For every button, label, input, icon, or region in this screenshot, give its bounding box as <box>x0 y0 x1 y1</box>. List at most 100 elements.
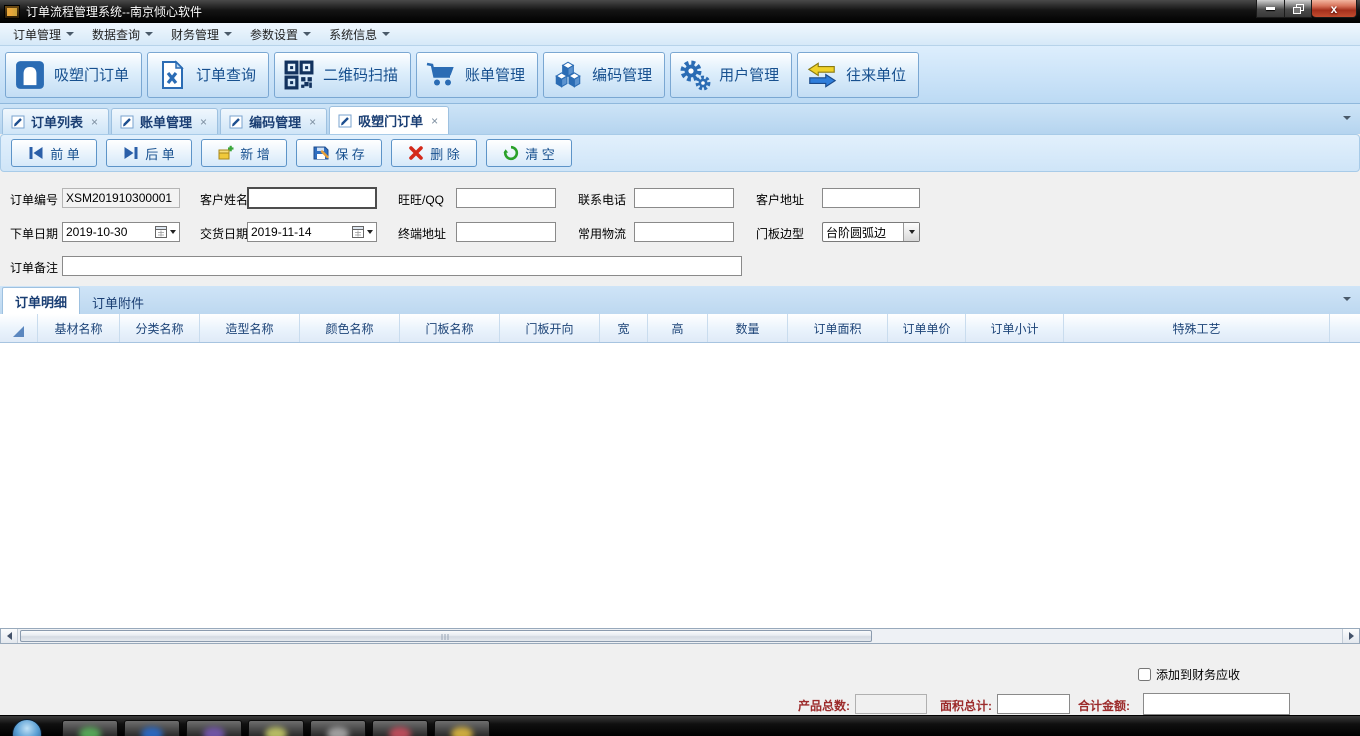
app-icon <box>451 727 473 736</box>
detail-tab-overflow-icon[interactable] <box>1343 297 1351 301</box>
add-to-finance-checkbox[interactable] <box>1138 668 1151 681</box>
toolbar-business-partners-button[interactable]: 往来单位 <box>797 52 919 98</box>
chevron-down-icon <box>224 32 232 36</box>
column-header[interactable]: 订单单价 <box>888 314 966 342</box>
close-button[interactable]: x <box>1312 0 1357 18</box>
customer-address-field[interactable] <box>822 188 920 208</box>
titlebar: 订单流程管理系统--南京倾心软件 x <box>0 0 1360 23</box>
close-icon[interactable]: × <box>307 115 318 129</box>
toolbar-blister-door-order-button[interactable]: 吸塑门订单 <box>5 52 142 98</box>
add-button[interactable]: 新 增 <box>201 139 287 167</box>
scroll-right-button[interactable] <box>1342 629 1359 643</box>
toolbar-qr-scan-button[interactable]: 二维码扫描 <box>274 52 411 98</box>
phone-field[interactable] <box>634 188 734 208</box>
column-header[interactable]: 宽 <box>600 314 648 342</box>
order-date-picker[interactable]: 2019-10-30 <box>62 222 180 242</box>
qr-code-icon <box>283 59 315 91</box>
edit-pencil-icon <box>229 115 243 129</box>
wangwang-label: 旺旺/QQ <box>398 191 444 208</box>
menubar: 订单管理 数据查询 财务管理 参数设置 系统信息 <box>0 23 1360 46</box>
delete-button[interactable]: 删 除 <box>391 139 477 167</box>
close-icon[interactable]: × <box>429 114 440 128</box>
combo-dropdown-button[interactable] <box>903 223 919 241</box>
scrollbar-thumb[interactable] <box>20 630 872 642</box>
product-count-label: 产品总数: <box>798 697 850 714</box>
select-all-triangle-icon <box>13 326 24 337</box>
column-header[interactable]: 高 <box>648 314 708 342</box>
minimize-button[interactable] <box>1256 0 1285 18</box>
clear-button[interactable]: 清 空 <box>486 139 572 167</box>
chevron-down-icon <box>909 230 915 234</box>
menu-system-info[interactable]: 系统信息 <box>320 24 399 45</box>
save-button[interactable]: 保 存 <box>296 139 382 167</box>
order-grid-body[interactable] <box>0 343 1360 628</box>
column-header[interactable]: 颜色名称 <box>300 314 400 342</box>
logistics-field[interactable] <box>634 222 734 242</box>
chevron-down-icon <box>382 32 390 36</box>
select-all-cell[interactable] <box>0 314 38 342</box>
column-header[interactable]: 订单小计 <box>966 314 1064 342</box>
arrow-left-icon <box>7 632 12 640</box>
menu-data-query[interactable]: 数据查询 <box>83 24 162 45</box>
tab-code-management[interactable]: 编码管理 × <box>220 108 327 134</box>
scroll-left-button[interactable] <box>1 629 18 643</box>
taskbar-button[interactable] <box>372 720 428 736</box>
area-total-field[interactable] <box>997 694 1070 714</box>
taskbar-button[interactable] <box>434 720 490 736</box>
terminal-address-label: 终端地址 <box>398 225 446 242</box>
chevron-down-icon <box>367 230 373 234</box>
toolbar-bill-management-button[interactable]: 账单管理 <box>416 52 538 98</box>
taskbar-button[interactable] <box>248 720 304 736</box>
taskbar-button[interactable] <box>310 720 366 736</box>
tab-blister-door-order[interactable]: 吸塑门订单 × <box>329 106 449 134</box>
close-icon[interactable]: × <box>89 115 100 129</box>
maximize-button[interactable] <box>1285 0 1312 18</box>
menu-parameter-settings[interactable]: 参数设置 <box>241 24 320 45</box>
toolbar-code-management-button[interactable]: 编码管理 <box>543 52 665 98</box>
tab-bill-management[interactable]: 账单管理 × <box>111 108 218 134</box>
app-icon <box>265 727 287 736</box>
minimize-icon <box>1266 7 1275 10</box>
edit-pencil-icon <box>11 115 25 129</box>
taskbar-button[interactable] <box>186 720 242 736</box>
menu-order-management[interactable]: 订单管理 <box>4 24 83 45</box>
taskbar-button[interactable] <box>124 720 180 736</box>
customer-name-field[interactable] <box>247 187 377 209</box>
taskbar-button[interactable] <box>62 720 118 736</box>
toolbar-user-management-button[interactable]: 用户管理 <box>670 52 792 98</box>
toolbar-order-query-button[interactable]: 订单查询 <box>147 52 269 98</box>
product-count-field[interactable] <box>855 694 927 714</box>
terminal-address-field[interactable] <box>456 222 556 242</box>
close-icon[interactable]: × <box>198 115 209 129</box>
column-header[interactable]: 门板名称 <box>400 314 500 342</box>
next-order-button[interactable]: 后 单 <box>106 139 192 167</box>
tab-order-list[interactable]: 订单列表 × <box>2 108 109 134</box>
door-edge-select[interactable]: 台阶圆弧边 <box>822 222 920 242</box>
previous-order-button[interactable]: 前 单 <box>11 139 97 167</box>
add-to-finance-checkbox-row[interactable]: 添加到财务应收 <box>1138 666 1240 683</box>
document-tabbar: 订单列表 × 账单管理 × 编码管理 × 吸塑门订单 × <box>0 104 1360 134</box>
tab-order-details[interactable]: 订单明细 <box>2 287 80 314</box>
column-header[interactable]: 造型名称 <box>200 314 300 342</box>
app-logo-icon <box>4 5 20 19</box>
arrow-right-icon <box>1349 632 1354 640</box>
tab-order-attachments[interactable]: 订单附件 <box>80 290 156 314</box>
column-header[interactable]: 分类名称 <box>120 314 200 342</box>
column-header[interactable]: 订单面积 <box>788 314 888 342</box>
column-header[interactable]: 数量 <box>708 314 788 342</box>
tab-overflow-icon[interactable] <box>1343 116 1351 120</box>
order-no-field[interactable] <box>62 188 180 208</box>
document-x-icon <box>156 59 188 91</box>
remark-field[interactable] <box>62 256 742 276</box>
horizontal-scrollbar[interactable] <box>0 628 1360 644</box>
wangwang-field[interactable] <box>456 188 556 208</box>
amount-total-field[interactable] <box>1143 693 1290 715</box>
column-header[interactable]: 门板开向 <box>500 314 600 342</box>
column-header[interactable]: 基材名称 <box>38 314 120 342</box>
column-header[interactable]: 特殊工艺 <box>1064 314 1330 342</box>
delivery-date-picker[interactable]: 2019-11-14 <box>247 222 377 242</box>
start-button[interactable] <box>12 719 42 736</box>
order-grid-header: 基材名称 分类名称 造型名称 颜色名称 门板名称 门板开向 宽 高 数量 订单面… <box>0 314 1360 343</box>
menu-finance-management[interactable]: 财务管理 <box>162 24 241 45</box>
restore-icon <box>1293 4 1304 14</box>
